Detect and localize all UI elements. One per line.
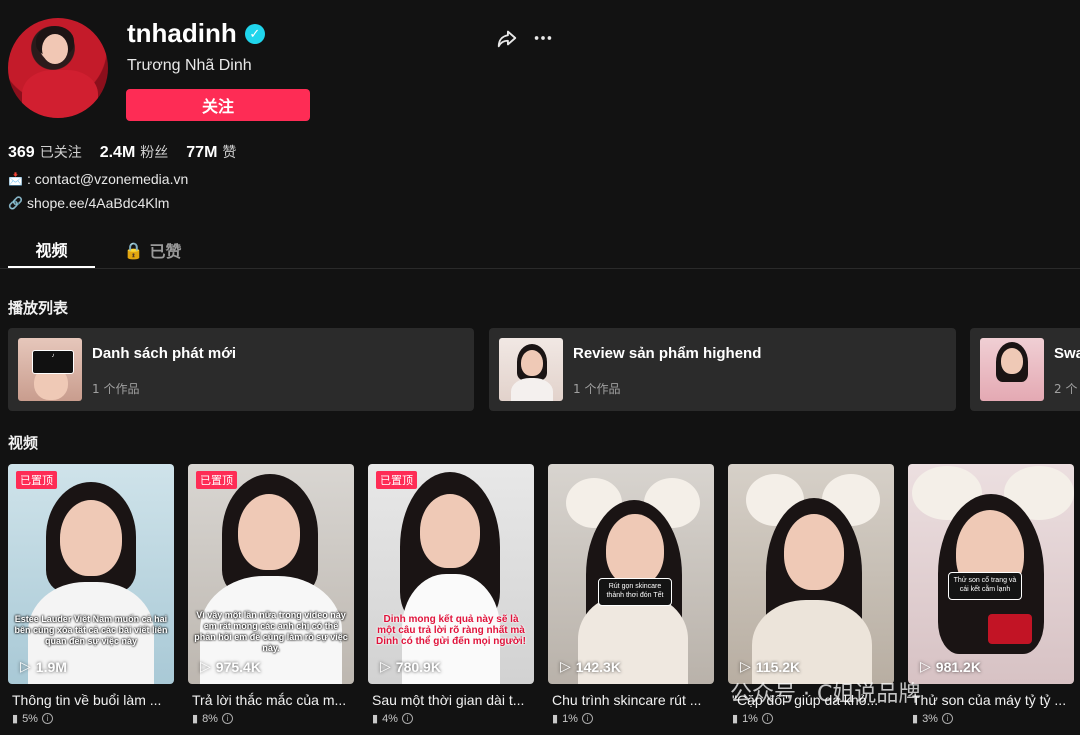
play-count: ▷ 780.9K — [380, 658, 441, 675]
pinned-badge: 已置顶 — [196, 471, 237, 489]
mailbox-icon: 📩 — [8, 172, 23, 186]
video-overlay-text: Vì vậy một lần nữa trong video này em rấ… — [194, 610, 348, 653]
video-overlay-text: Estee Lauder Việt Nam muốn cả hai bên cù… — [14, 614, 168, 646]
video-card[interactable]: Thử son cổ trang và cái kết cằm lạnh ▷ 98… — [908, 464, 1074, 725]
verified-badge-icon: ✓ — [244, 23, 265, 44]
video-title[interactable]: Trả lời thắc mắc của m... — [188, 692, 354, 708]
play-icon: ▷ — [560, 658, 571, 674]
link-icon: 🔗 — [8, 196, 23, 210]
playlist-thumbnail — [980, 338, 1044, 401]
share-icon[interactable] — [496, 27, 518, 49]
bio-link[interactable]: 🔗 shope.ee/4AaBdc4Klm — [8, 195, 169, 211]
wechat-watermark: 公众号 · C姐说品牌 — [730, 682, 921, 707]
video-thumbnail[interactable]: 已置顶 Estee Lauder Việt Nam muốn cả hai bê… — [8, 464, 174, 684]
video-card[interactable]: 已置顶 Estee Lauder Việt Nam muốn cả hai bê… — [8, 464, 174, 725]
bar-chart-icon: ▮ — [912, 713, 919, 725]
pinned-badge: 已置顶 — [16, 471, 57, 489]
play-count: ▷ 142.3K — [560, 658, 621, 675]
profile-username: tnhadinh ✓ — [127, 18, 265, 49]
video-stat: ▮ 4% i — [368, 712, 534, 725]
playlist-card[interactable]: Review sản phẩm highend 1 个作品 — [489, 328, 956, 411]
video-stat: ▮ 8% i — [188, 712, 354, 725]
play-icon: ▷ — [200, 658, 211, 674]
info-icon[interactable]: i — [941, 713, 953, 724]
profile-tabs: 视频 🔒 已赞 — [8, 232, 196, 268]
bar-chart-icon: ▮ — [192, 713, 199, 725]
video-thumbnail[interactable]: 已置顶 Dinh mong kết quả này sẽ là một câu … — [368, 464, 534, 684]
video-title[interactable]: Thử son của máy tỷ tỷ ... — [908, 692, 1074, 708]
play-count: ▷ 981.2K — [920, 658, 981, 675]
info-icon[interactable]: i — [581, 713, 593, 724]
tab-videos[interactable]: 视频 — [8, 232, 95, 268]
videos-heading: 视频 — [8, 434, 39, 452]
bar-chart-icon: ▮ — [372, 713, 379, 725]
playlist-title: Danh sách phát mới — [92, 345, 237, 362]
video-overlay-text: Dinh mong kết quả này sẽ là một câu trả … — [376, 614, 526, 647]
stat-followers[interactable]: 2.4M 粉丝 — [100, 142, 169, 162]
playlist-card[interactable]: ♪ Danh sách phát mới 1 个作品 — [8, 328, 474, 411]
video-thumbnail[interactable]: Thử son cổ trang và cái kết cằm lạnh ▷ 98… — [908, 464, 1074, 684]
play-count: ▷ 975.4K — [200, 658, 261, 675]
info-icon[interactable]: i — [401, 713, 413, 724]
video-stat: ▮ 1% i — [548, 712, 714, 725]
playlist-count: 2 个 — [1054, 382, 1078, 396]
play-icon: ▷ — [20, 658, 31, 674]
more-options-icon[interactable] — [532, 27, 554, 49]
video-thumbnail[interactable]: ▷ 115.2K — [728, 464, 894, 684]
play-icon: ▷ — [380, 658, 391, 674]
video-title[interactable]: Chu trình skincare rút ... — [548, 692, 714, 708]
stat-following[interactable]: 369 已关注 — [8, 142, 82, 162]
info-icon[interactable]: i — [41, 713, 53, 724]
video-card[interactable]: Rút gọn skincare thảnh thơi đón Tết ▷ 142… — [548, 464, 714, 725]
video-card[interactable]: 已置顶 Dinh mong kết quả này sẽ là một câu … — [368, 464, 534, 725]
playlist-thumbnail: ♪ — [18, 338, 82, 401]
profile-stats: 369 已关注 2.4M 粉丝 77M 赞 — [8, 142, 236, 162]
video-thumbnail[interactable]: 已置顶 Vì vậy một lần nữa trong video này e… — [188, 464, 354, 684]
play-icon: ▷ — [920, 658, 931, 674]
play-icon: ▷ — [740, 658, 751, 674]
info-icon[interactable]: i — [221, 713, 233, 724]
profile-nickname: Trương Nhã Dinh — [127, 57, 252, 74]
video-thumbnail[interactable]: Rút gọn skincare thảnh thơi đón Tết ▷ 142… — [548, 464, 714, 684]
bio-email: 📩 : contact@vzonemedia.vn — [8, 171, 189, 187]
playlist-title: Swa — [1054, 345, 1080, 362]
follow-button[interactable]: 关注 — [126, 89, 310, 121]
tab-liked[interactable]: 🔒 已赞 — [109, 232, 196, 268]
bar-chart-icon: ▮ — [12, 713, 19, 725]
video-title[interactable]: Sau một thời gian dài t... — [368, 692, 534, 708]
playlist-card[interactable]: Swa 2 个 — [970, 328, 1080, 411]
playlist-title: Review sản phẩm highend — [573, 345, 762, 362]
playlist-count: 1 个作品 — [573, 382, 621, 396]
info-icon[interactable]: i — [761, 713, 773, 724]
video-overlay-text: Thử son cổ trang và cái kết cằm lạnh — [948, 572, 1022, 600]
video-stat: ▮ 3% i — [908, 712, 1074, 725]
play-count: ▷ 1.9M — [20, 658, 67, 675]
playlist-count: 1 个作品 — [92, 382, 140, 396]
video-stat: ▮ 5% i — [8, 712, 174, 725]
video-title[interactable]: Thông tin về buổi làm ... — [8, 692, 174, 708]
bar-chart-icon: ▮ — [732, 713, 739, 725]
stat-likes: 77M 赞 — [186, 144, 237, 161]
play-count: ▷ 115.2K — [740, 658, 801, 675]
tabs-divider — [0, 268, 1080, 269]
lock-icon: 🔒 — [123, 240, 144, 260]
video-stat: ▮ 1% i — [728, 712, 894, 725]
pinned-badge: 已置顶 — [376, 471, 417, 489]
playlist-thumbnail — [499, 338, 563, 401]
playlist-thumb-label: ♪ — [32, 350, 74, 374]
username-text: tnhadinh — [127, 18, 237, 48]
bar-chart-icon: ▮ — [552, 713, 559, 725]
profile-avatar[interactable] — [8, 18, 108, 118]
video-overlay-text: Rút gọn skincare thảnh thơi đón Tết — [598, 578, 672, 606]
video-card[interactable]: 已置顶 Vì vậy một lần nữa trong video này e… — [188, 464, 354, 725]
playlists-heading: 播放列表 — [8, 299, 69, 317]
